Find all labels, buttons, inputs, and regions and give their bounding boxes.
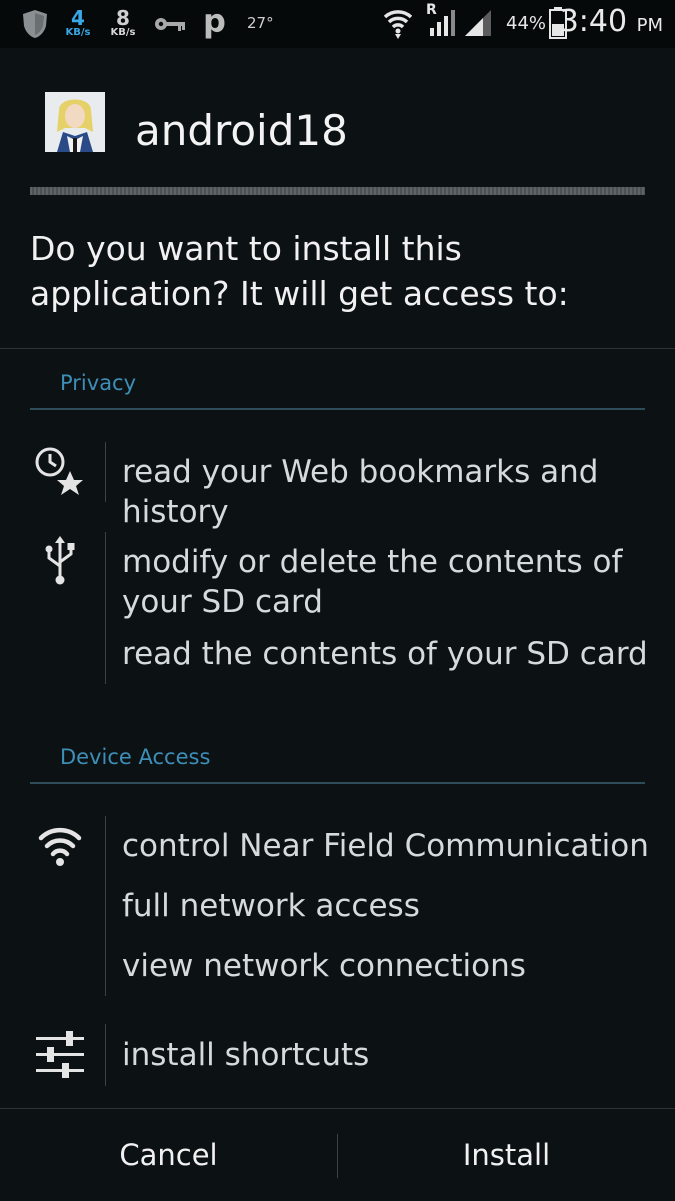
install-button[interactable]: Install bbox=[338, 1109, 675, 1201]
bookmark-history-icon bbox=[35, 447, 83, 495]
clock-time: 3:40 bbox=[559, 4, 628, 39]
section-header-device-access: Device Access bbox=[60, 745, 211, 769]
button-bar: Cancel Install bbox=[0, 1108, 675, 1201]
section-divider-privacy bbox=[30, 408, 645, 410]
install-prompt: Do you want to install this application?… bbox=[30, 229, 569, 313]
group-divider bbox=[105, 1024, 106, 1086]
group-divider bbox=[105, 816, 106, 996]
app-name: android18 bbox=[135, 106, 348, 155]
cell-signal-icon-2 bbox=[465, 10, 491, 36]
group-divider bbox=[105, 442, 106, 502]
wifi-network-icon bbox=[38, 827, 82, 866]
cancel-button[interactable]: Cancel bbox=[0, 1109, 337, 1201]
permission-item: view network connections bbox=[122, 948, 526, 984]
status-bar: 4 KB/s 8 KB/s p 27° R 44% 3:40 PM bbox=[0, 0, 675, 48]
group-divider bbox=[105, 532, 106, 684]
p-notification-icon: p bbox=[203, 2, 226, 40]
key-icon bbox=[155, 18, 185, 31]
battery-percent: 44% bbox=[506, 13, 547, 34]
prompt-divider bbox=[0, 348, 675, 349]
shield-icon bbox=[23, 10, 47, 38]
header-divider bbox=[30, 187, 645, 195]
download-speed-unit: KB/s bbox=[65, 27, 91, 38]
permission-item: read the contents of your SD card bbox=[122, 636, 648, 672]
permission-item: full network access bbox=[122, 888, 420, 924]
upload-speed-unit: KB/s bbox=[110, 27, 136, 38]
permission-item: modify or delete the contents of your SD… bbox=[122, 544, 623, 620]
section-divider-device-access bbox=[30, 782, 645, 784]
permission-item: read your Web bookmarks and history bbox=[122, 454, 599, 530]
temperature-label: 27° bbox=[247, 14, 274, 32]
permission-item: install shortcuts bbox=[122, 1037, 370, 1073]
permission-item: control Near Field Communication bbox=[122, 828, 649, 864]
section-header-privacy: Privacy bbox=[60, 371, 137, 395]
usb-storage-icon bbox=[45, 536, 75, 585]
cell-signal-icon bbox=[430, 10, 455, 36]
app-icon bbox=[45, 92, 105, 152]
settings-sliders-icon bbox=[36, 1031, 84, 1078]
clock-ampm: PM bbox=[636, 15, 663, 36]
wifi-signal-icon bbox=[383, 10, 413, 39]
clock: 3:40 PM bbox=[560, 4, 663, 39]
